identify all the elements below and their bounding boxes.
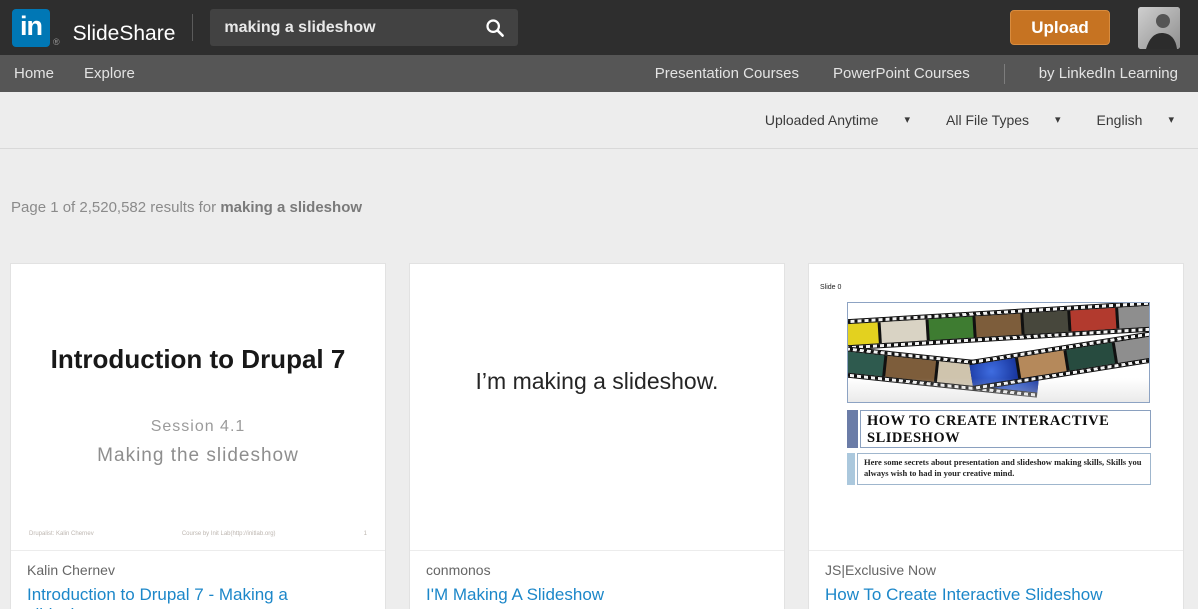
results-summary-prefix: Page 1 of 2,520,582 results for [11,199,216,216]
result-title-link[interactable]: I'M Making A Slideshow [426,585,768,605]
slide-subtitle-text: Here some secrets about presentation and… [857,453,1151,485]
slide-subtext-box: Here some secrets about presentation and… [847,453,1151,485]
registered-mark: ® [53,37,60,47]
results-summary: Page 1 of 2,520,582 results for making a… [0,149,1198,217]
nav-explore[interactable]: Explore [84,65,135,82]
search-box [210,9,518,46]
nav-presentation-courses[interactable]: Presentation Courses [655,65,799,82]
search-icon [485,18,505,38]
result-card[interactable]: Introduction to Drupal 7 Session 4.1 Mak… [10,263,386,609]
slide-title-text: HOW TO CREATE INTERACTIVE SLIDESHOW [860,410,1151,448]
heading-accent-bar [847,410,858,448]
slide-thumbnail[interactable]: Introduction to Drupal 7 Session 4.1 Mak… [11,264,385,551]
slide-subtitle-text: Making the slideshow [11,445,385,467]
slide-heading-box: HOW TO CREATE INTERACTIVE SLIDESHOW [847,410,1151,448]
result-meta: conmonos I'M Making A Slideshow [410,551,784,605]
slide-number-label: Slide 0 [820,284,841,291]
slide-footer-left: Drupalist: Kalin Chernev [29,531,94,537]
linkedin-logo-icon[interactable]: in [12,9,50,47]
result-author[interactable]: Kalin Chernev [27,562,369,578]
filter-language[interactable]: English ▾ [1097,112,1174,128]
search-input[interactable] [210,19,477,37]
slide-footer-page: 1 [364,531,367,537]
user-avatar[interactable] [1138,7,1180,49]
slide-title-text: I’m making a slideshow. [410,368,784,395]
filmstrip-image [847,302,1150,403]
slide-thumbnail[interactable]: I’m making a slideshow. [410,264,784,551]
upload-button[interactable]: Upload [1010,10,1110,45]
slide-title-text: Introduction to Drupal 7 [11,344,385,375]
subtext-accent-bar [847,453,855,485]
chevron-down-icon: ▾ [1055,115,1061,126]
filter-file-types[interactable]: All File Types ▾ [946,112,1061,128]
result-card[interactable]: I’m making a slideshow. conmonos I'M Mak… [409,263,785,609]
filter-bar: Uploaded Anytime ▾ All File Types ▾ Engl… [0,92,1198,149]
filter-label: English [1097,112,1143,128]
slide-thumbnail[interactable]: Slide 0 [809,264,1183,551]
header-divider [192,14,193,41]
slide-footer-center: Course by Init Lab(http://initlab.org) [182,531,276,537]
result-title-link[interactable]: Introduction to Drupal 7 - Making a slid… [27,585,369,609]
search-button[interactable] [477,18,518,38]
filter-uploaded-anytime[interactable]: Uploaded Anytime ▾ [765,112,910,128]
nav-powerpoint-courses[interactable]: PowerPoint Courses [833,65,970,82]
filter-label: Uploaded Anytime [765,112,879,128]
avatar-photo [1138,7,1180,49]
nav-bar: Home Explore Presentation Courses PowerP… [0,55,1198,92]
slide-subtitle-text: Session 4.1 [11,418,385,436]
result-card[interactable]: Slide 0 [808,263,1184,609]
filmstrip-reflection [848,378,1149,402]
top-bar: in ® SlideShare Upload [0,0,1198,55]
result-meta: JS|Exclusive Now How To Create Interacti… [809,551,1183,605]
nav-left: Home Explore [14,65,135,82]
nav-right: Presentation Courses PowerPoint Courses … [655,64,1178,84]
results-summary-query: making a slideshow [220,199,362,216]
result-author[interactable]: conmonos [426,562,768,578]
result-title-link[interactable]: How To Create Interactive Slideshow [825,585,1167,605]
result-meta: Kalin Chernev Introduction to Drupal 7 -… [11,551,385,609]
slide-footer: Drupalist: Kalin Chernev Course by Init … [29,531,367,537]
nav-by-linkedin-learning[interactable]: by LinkedIn Learning [1039,65,1178,82]
brand[interactable]: in ® SlideShare [12,9,175,47]
nav-home[interactable]: Home [14,65,54,82]
filter-label: All File Types [946,112,1029,128]
chevron-down-icon: ▾ [904,115,910,126]
nav-divider [1004,64,1005,84]
brand-name[interactable]: SlideShare [73,22,176,46]
results-grid: Introduction to Drupal 7 Session 4.1 Mak… [10,263,1188,609]
result-author[interactable]: JS|Exclusive Now [825,562,1167,578]
chevron-down-icon: ▾ [1168,115,1174,126]
